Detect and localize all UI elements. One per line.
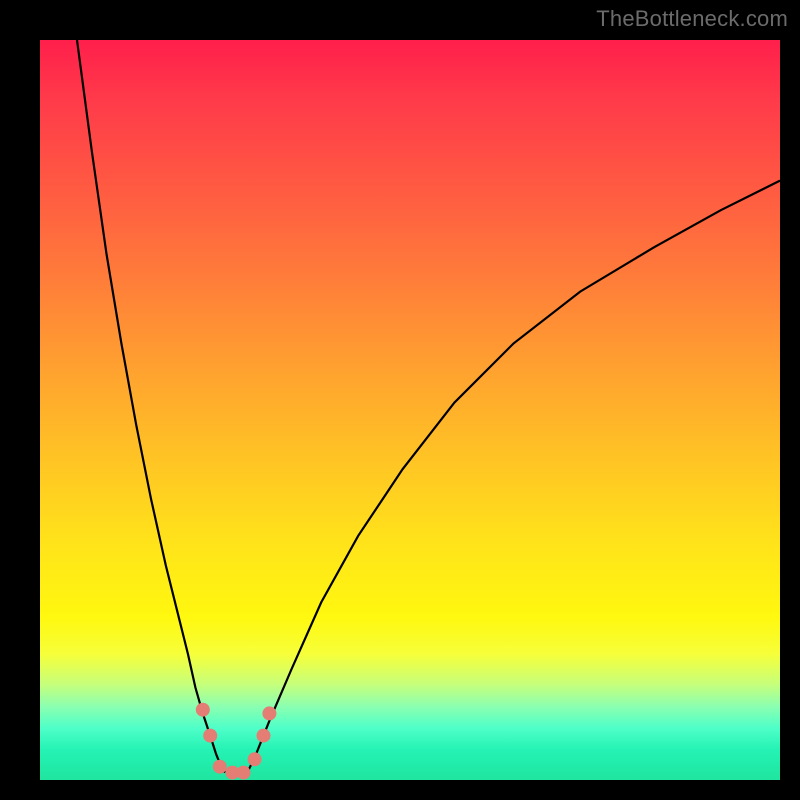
- marker-dot: [257, 729, 271, 743]
- chart-svg: [40, 40, 780, 780]
- marker-dot: [203, 729, 217, 743]
- marker-dot: [213, 760, 227, 774]
- marker-dot: [262, 706, 276, 720]
- outer-frame: TheBottleneck.com: [0, 0, 800, 800]
- watermark-text: TheBottleneck.com: [596, 6, 788, 32]
- marker-group: [196, 703, 277, 780]
- marker-dot: [196, 703, 210, 717]
- marker-dot: [237, 766, 251, 780]
- curve-right-branch: [247, 181, 780, 773]
- curve-left-branch: [77, 40, 225, 773]
- plot-area: [40, 40, 780, 780]
- marker-dot: [248, 752, 262, 766]
